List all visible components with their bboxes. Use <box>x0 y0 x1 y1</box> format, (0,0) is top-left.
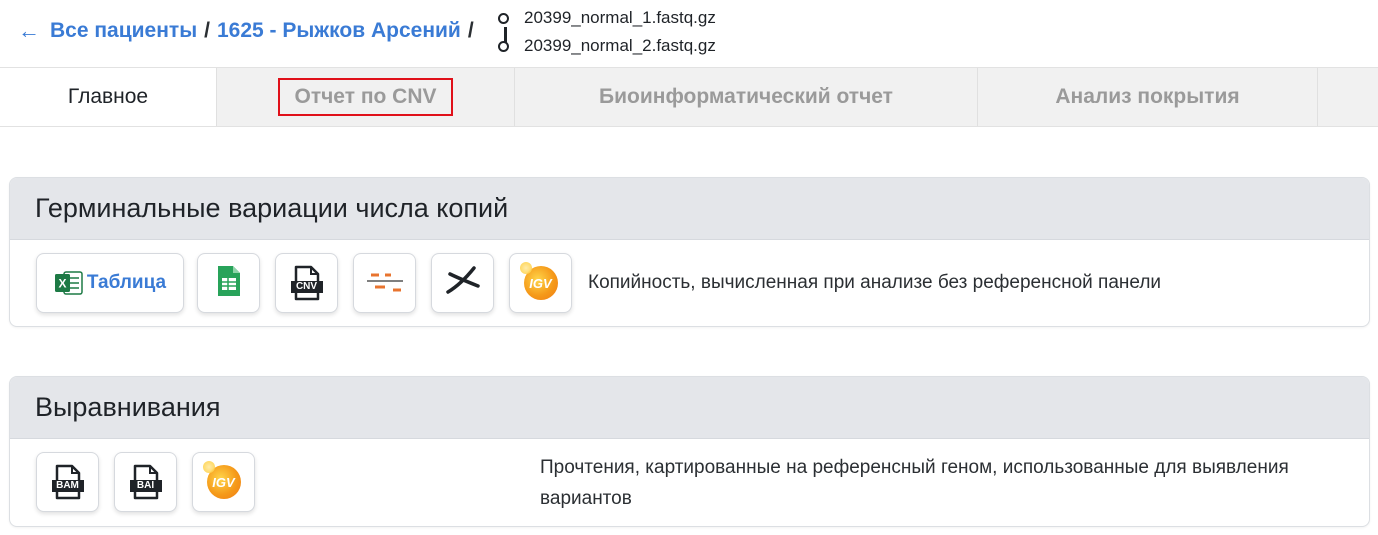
tab-bioinformatic-report[interactable]: Биоинформатический отчет <box>515 68 978 126</box>
google-sheets-button[interactable] <box>197 253 260 313</box>
bam-file-icon: BAM <box>51 464 84 500</box>
cnv-file-button[interactable]: CNV <box>275 253 338 313</box>
chromosome-button[interactable] <box>431 253 494 313</box>
bam-file-label: BAM <box>56 480 79 491</box>
section-germline-cnv: Герминальные вариации числа копий X Табл… <box>9 177 1370 327</box>
igv-button[interactable]: IGV <box>509 253 572 313</box>
bai-file-icon: BAI <box>129 464 162 500</box>
file-item: 20399_normal_2.fastq.gz <box>498 32 716 60</box>
file-item: 20399_normal_1.fastq.gz <box>498 4 716 32</box>
file-connector-line <box>504 27 507 43</box>
svg-text:X: X <box>58 277 66 291</box>
breadcrumb-separator: / <box>467 19 474 42</box>
breadcrumb-all-patients[interactable]: Все пациенты <box>50 19 197 43</box>
cnv-file-icon: CNV <box>290 265 323 301</box>
excel-table-button[interactable]: X Таблица <box>36 253 184 313</box>
tab-label: Биоинформатический отчет <box>599 85 893 108</box>
tab-bar: Главное Отчет по CNV Биоинформатический … <box>0 67 1378 127</box>
tab-label: Главное <box>67 85 149 108</box>
bai-file-label: BAI <box>136 480 155 491</box>
section-description: Копийность, вычисленная при анализе без … <box>588 272 1162 293</box>
page-header: ← Все пациенты / 1625 - Рыжков Арсений /… <box>0 0 1378 68</box>
segments-icon <box>365 266 405 301</box>
bai-file-button[interactable]: BAI <box>114 452 177 512</box>
file-name: 20399_normal_1.fastq.gz <box>524 8 716 27</box>
igv-icon: IGV <box>519 262 558 300</box>
igv-label: IGV <box>212 474 235 490</box>
excel-icon: X <box>54 270 84 296</box>
tab-spacer <box>1318 68 1378 126</box>
breadcrumb-separator: / <box>204 19 210 42</box>
segments-button[interactable] <box>353 253 416 313</box>
section-alignments: Выравнивания BAM BAI IGV Прочтения, карт… <box>9 376 1370 527</box>
tab-cnv-report[interactable]: Отчет по CNV <box>217 68 515 126</box>
section-description: Прочтения, картированные на референсный … <box>540 457 1289 509</box>
igv-label: IGV <box>529 275 552 291</box>
breadcrumb: ← Все пациенты / 1625 - Рыжков Арсений / <box>18 18 481 44</box>
igv-icon: IGV <box>202 461 241 499</box>
breadcrumb-patient[interactable]: 1625 - Рыжков Арсений <box>217 19 461 43</box>
section-title: Выравнивания <box>10 377 1369 439</box>
tab-highlight-box: Отчет по CNV <box>278 78 453 116</box>
chromosome-icon <box>444 264 482 303</box>
bam-file-button[interactable]: BAM <box>36 452 99 512</box>
table-button-label: Таблица <box>86 272 167 293</box>
file-list: 20399_normal_1.fastq.gz 20399_normal_2.f… <box>498 4 716 60</box>
spreadsheet-icon <box>216 264 242 303</box>
file-name: 20399_normal_2.fastq.gz <box>524 36 716 55</box>
tab-label: Отчет по CNV <box>294 85 437 108</box>
back-arrow-icon[interactable]: ← <box>18 18 40 44</box>
section-title: Герминальные вариации числа копий <box>10 178 1369 240</box>
tab-main[interactable]: Главное <box>0 68 217 126</box>
tab-label: Анализ покрытия <box>1055 85 1240 108</box>
tab-coverage-analysis[interactable]: Анализ покрытия <box>978 68 1318 126</box>
cnv-file-label: CNV <box>295 281 318 292</box>
igv-button[interactable]: IGV <box>192 452 255 512</box>
file-node-icon <box>498 12 509 24</box>
